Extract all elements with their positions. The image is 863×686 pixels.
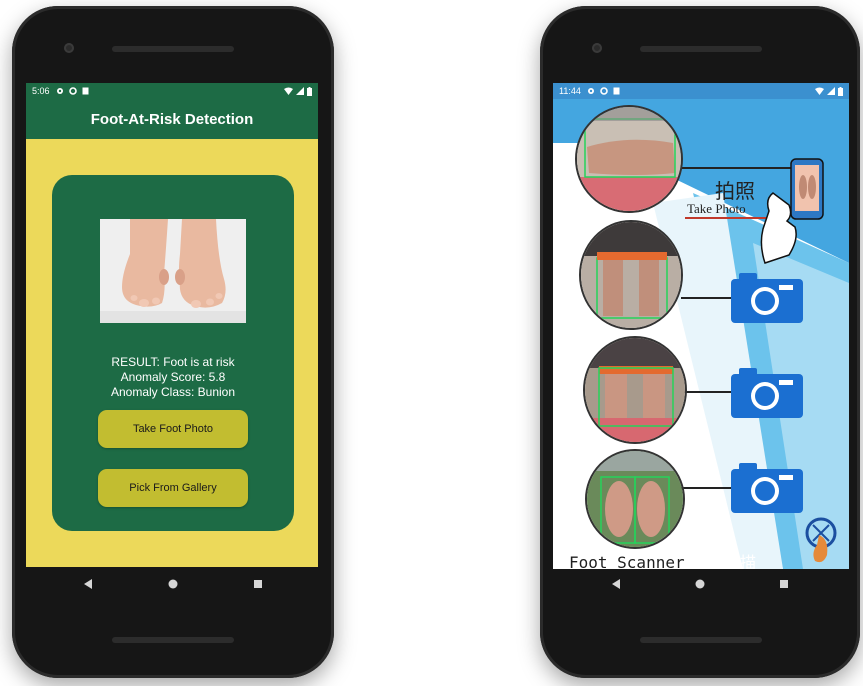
foot-logo-icon [805, 517, 837, 563]
take-photo-en: Take Photo [687, 201, 746, 216]
recents-icon[interactable] [246, 572, 270, 596]
wifi-icon [284, 87, 293, 95]
bottom-view-photo[interactable] [585, 449, 685, 549]
circle-icon [68, 87, 77, 95]
take-photo-underline [685, 217, 769, 219]
hand-phone-icon[interactable] [759, 155, 829, 265]
footer-title-en: Foot Scanner [569, 553, 685, 569]
connector-line [681, 297, 735, 299]
right-screen: 11:44 拍照 Take Photo Foot Scanner 足部扫描 [553, 83, 849, 569]
result-status: RESULT: Foot is at risk [111, 355, 235, 369]
left-screen: 5:06 Foot-At-Risk Detection RESULT: Foot… [26, 83, 318, 567]
speaker-grille [640, 46, 762, 52]
sim-icon [613, 87, 620, 95]
inside-view-photo[interactable] [575, 105, 683, 213]
settings-icon [56, 88, 63, 94]
front-camera [64, 43, 74, 53]
signal-icon [827, 87, 835, 95]
settings-icon [587, 88, 594, 94]
sim-icon [82, 87, 89, 95]
app-title-bar: Foot-At-Risk Detection [26, 99, 318, 139]
bunion-feet-image [100, 219, 246, 323]
connector-line [681, 391, 735, 393]
status-time: 11:44 [559, 86, 581, 96]
bottom-speaker [640, 637, 762, 643]
footer-title: Foot Scanner 足部扫描 [569, 549, 756, 569]
speaker-grille [112, 46, 234, 52]
back-view-photo[interactable] [579, 220, 683, 330]
home-icon[interactable] [161, 572, 185, 596]
back-icon[interactable] [604, 572, 628, 596]
anomaly-class: Anomaly Class: Bunion [110, 385, 236, 399]
nav-bar [574, 569, 826, 599]
footer-title-cn: 足部扫描 [692, 553, 757, 569]
nav-bar [46, 569, 300, 599]
camera-icon[interactable] [731, 461, 803, 513]
battery-icon [838, 86, 843, 96]
front-view-photo[interactable] [583, 336, 687, 444]
pick-from-gallery-button[interactable]: Pick From Gallery [98, 469, 248, 507]
recents-icon[interactable] [772, 572, 796, 596]
take-foot-photo-button[interactable]: Take Foot Photo [98, 410, 248, 448]
foot-photo [100, 219, 246, 323]
signal-icon [296, 87, 304, 95]
app-title: Foot-At-Risk Detection [90, 110, 254, 128]
result-text: RESULT: Foot is at risk Anomaly Score: 5… [52, 355, 294, 400]
connector-line [681, 487, 735, 489]
circle-icon [600, 87, 608, 95]
take-photo-cn: 拍照 [715, 179, 755, 203]
right-phone: 11:44 拍照 Take Photo Foot Scanner 足部扫描 [540, 6, 860, 678]
battery-icon [307, 86, 312, 96]
result-card: RESULT: Foot is at risk Anomaly Score: 5… [52, 175, 294, 531]
status-time: 5:06 [32, 86, 50, 96]
home-icon[interactable] [688, 572, 712, 596]
back-icon[interactable] [76, 572, 100, 596]
front-camera [592, 43, 602, 53]
bottom-speaker [112, 637, 234, 643]
wifi-icon [815, 87, 824, 95]
camera-icon[interactable] [731, 366, 803, 418]
status-bar: 11:44 [553, 83, 849, 99]
status-bar: 5:06 [26, 83, 318, 99]
anomaly-score: Anomaly Score: 5.8 [120, 370, 226, 384]
left-phone: 5:06 Foot-At-Risk Detection RESULT: Foot… [12, 6, 334, 678]
camera-icon[interactable] [731, 271, 803, 323]
